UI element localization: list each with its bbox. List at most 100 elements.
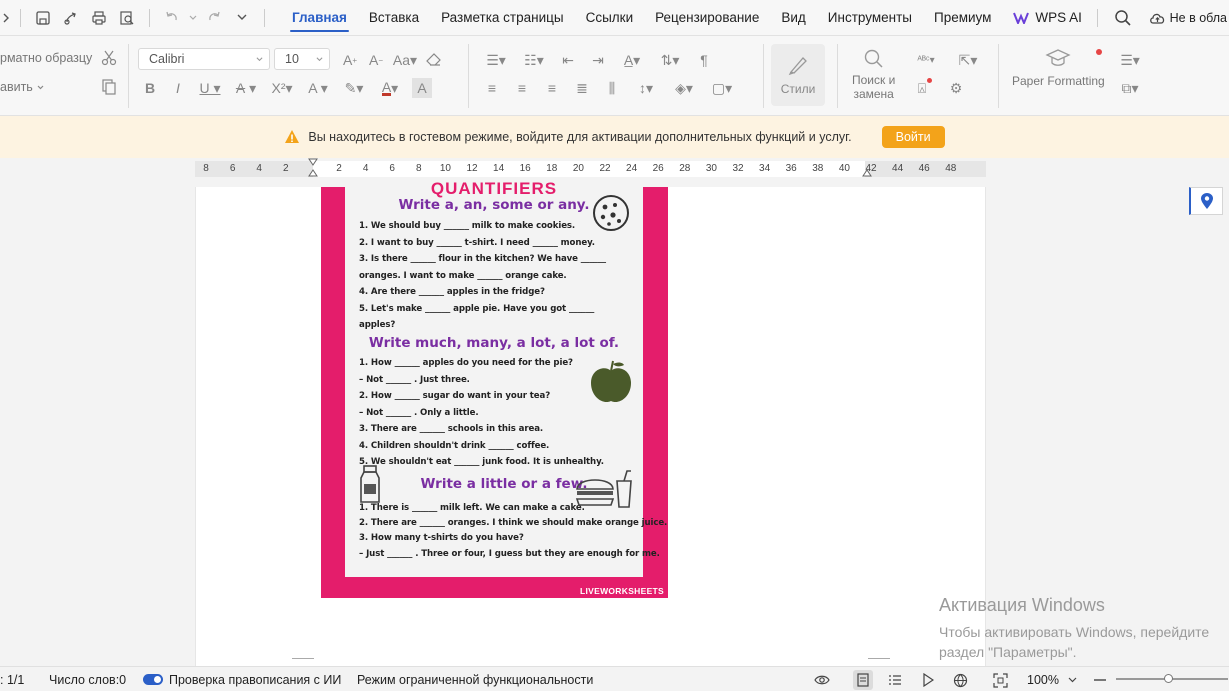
tab-references[interactable]: Ссылки [575,0,645,36]
align-left-icon[interactable]: ≡ [482,78,502,98]
horizontal-ruler[interactable]: 8 6 4 2 2 4 6 8 10 12 14 16 18 20 22 24 26 28 30 32 34 36 38 40… [195,158,986,177]
tab-wps-ai[interactable]: WPS AI [1002,0,1093,36]
decrease-font-icon[interactable]: A − [366,50,386,70]
justify-icon[interactable]: ≣ [572,78,592,98]
print-preview-icon[interactable] [115,6,139,30]
location-pin-button[interactable] [1189,187,1223,215]
print-icon[interactable] [87,6,111,30]
search-icon [864,49,883,68]
zoom-level[interactable]: 100% [1027,667,1059,691]
paragraph-settings-icon[interactable]: ☰▾ [1116,50,1144,70]
more-chevron-icon[interactable] [230,6,254,30]
outline-view-icon[interactable] [885,670,905,690]
search-icon[interactable] [1108,3,1138,33]
translate-icon[interactable]: ⍓ [912,78,932,98]
clear-format-icon[interactable] [424,50,444,70]
ruler-tick-label: 46 [918,163,930,174]
play-icon[interactable] [918,670,938,690]
chevron-down-icon[interactable] [188,6,198,30]
tab-home[interactable]: Главная [281,0,358,36]
select-icon[interactable]: ⇱▾ [954,50,982,70]
redo-icon[interactable] [202,6,226,30]
character-shading-icon[interactable]: A [412,78,432,98]
show-marks-icon[interactable]: ¶ [694,50,714,70]
chevron-down-icon [316,56,323,61]
spellcheck-icon[interactable]: ᴬᴮᶜ▾ [912,50,940,70]
tab-review[interactable]: Рецензирование [644,0,770,36]
first-line-indent-marker[interactable] [308,158,318,166]
tab-insert[interactable]: Вставка [358,0,430,36]
font-color-icon[interactable]: A ▾ [376,78,404,98]
page-indicator[interactable]: : 1/1 [0,667,24,691]
distribute-icon[interactable]: ⫼ [602,78,622,98]
document-canvas[interactable]: QUANTIFIERS Write a, an, some or any. 1.… [0,179,1229,666]
divider [20,8,21,27]
login-button[interactable]: Войти [881,126,945,148]
web-layout-icon[interactable] [950,670,970,690]
zoom-out-icon[interactable] [1090,670,1110,690]
format-painter-button[interactable]: рматно образцу [0,51,92,65]
borders-icon[interactable]: ▢▾ [708,78,736,98]
print-layout-icon[interactable] [853,670,873,690]
cloud-status[interactable]: Не в обла [1149,0,1229,36]
zoom-slider-handle[interactable] [1164,674,1173,683]
save-icon[interactable] [31,6,55,30]
ruler-tick-label: 6 [229,163,236,174]
tab-view[interactable]: Вид [770,0,816,36]
tab-premium[interactable]: Премиум [923,0,1002,36]
highlight-icon[interactable]: ✎▾ [340,78,368,98]
paper-formatting-button[interactable]: Paper Formatting [1012,48,1105,88]
status-bar: : 1/1 Число слов:0 Проверка правописания… [0,666,1229,691]
ruler-tick-label: 44 [892,163,904,174]
arrange-icon[interactable]: ⧉▾ [1116,78,1144,98]
undo-icon[interactable] [160,6,184,30]
text-effects-icon[interactable]: A ▾ [304,78,332,98]
fit-page-icon[interactable] [990,670,1010,690]
chevron-down-icon[interactable] [1062,670,1082,690]
sort-icon[interactable]: ⇅▾ [656,50,684,70]
numbered-list-icon[interactable]: ☷▾ [520,50,548,70]
strikethrough-icon[interactable]: A ▾ [232,78,260,98]
divider [264,8,265,27]
increase-indent-icon[interactable]: ⇥ [588,50,608,70]
align-right-icon[interactable]: ≡ [542,78,562,98]
eye-icon[interactable] [812,670,832,690]
spellcheck-toggle[interactable]: Проверка правописания с ИИ [143,667,341,691]
windows-activation-watermark: Активация Windows Чтобы активировать Win… [939,595,1209,662]
line-spacing-icon[interactable]: ↕▾ [632,78,660,98]
tab-label: Ссылки [585,10,634,25]
ribbon-tabs: Главная Вставка Разметка страницы Ссылки… [281,0,1138,36]
cut-icon[interactable] [100,49,118,67]
bullet-list-icon[interactable]: ☰▾ [482,50,510,70]
font-name-select[interactable]: Calibri [138,48,270,70]
styles-button[interactable]: Стили [771,44,825,106]
left-indent-marker[interactable] [308,169,318,177]
copy-icon[interactable] [100,78,118,96]
right-indent-marker[interactable] [862,169,872,177]
paste-button[interactable]: авить [0,80,44,94]
font-size-select[interactable]: 10 [274,48,330,70]
worksheet-image[interactable]: QUANTIFIERS Write a, an, some or any. 1.… [321,179,668,598]
shading-icon[interactable]: ◈▾ [670,78,698,98]
word-count[interactable]: Число слов:0 [49,667,126,691]
tab-page-layout[interactable]: Разметка страницы [430,0,574,36]
section2-heading: Write much, many, a lot, a lot of. [368,335,620,351]
superscript-icon[interactable]: X²▾ [268,78,296,98]
ai-tools-icon[interactable]: ⚙ [946,78,966,98]
export-pdf-icon[interactable] [59,6,83,30]
italic-icon[interactable]: I [168,78,188,98]
find-label: Поиск и [852,73,896,87]
divider [128,44,129,108]
chevron-right-icon[interactable] [2,6,10,30]
align-center-icon[interactable]: ≡ [512,78,532,98]
tab-tools[interactable]: Инструменты [817,0,923,36]
increase-font-icon[interactable]: A + [340,50,360,70]
document-page[interactable]: QUANTIFIERS Write a, an, some or any. 1.… [195,179,986,666]
find-replace-button[interactable]: Поиск и замена [852,48,895,101]
decrease-indent-icon[interactable]: ⇤ [558,50,578,70]
text-direction-icon[interactable]: A̲▾ [618,50,646,70]
toggle-switch[interactable] [143,674,163,685]
underline-icon[interactable]: U ▾ [196,78,224,98]
change-case-icon[interactable]: Aa▾ [392,50,418,70]
bold-icon[interactable]: B [140,78,160,98]
